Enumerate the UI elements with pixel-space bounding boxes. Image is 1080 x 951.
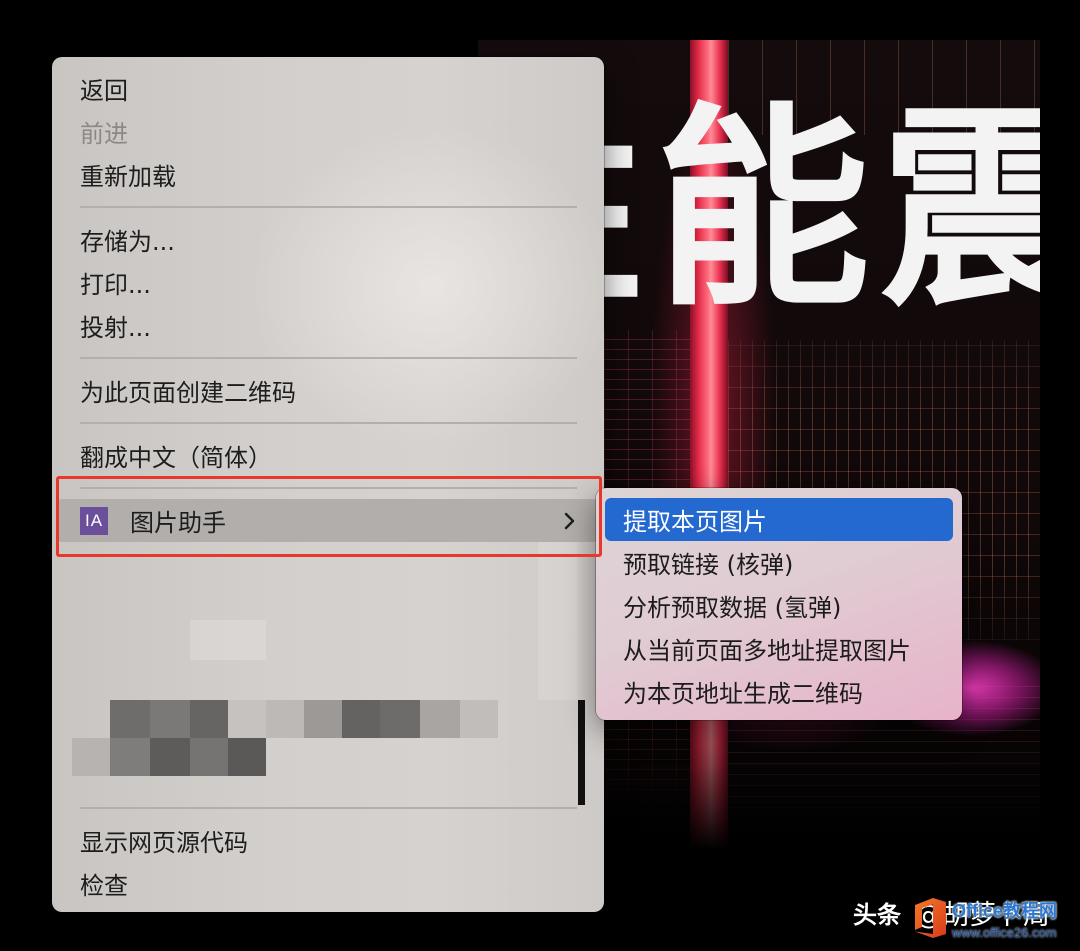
submenu-item-label: 为本页地址生成二维码 [623, 680, 863, 708]
pixelated-redacted-items [52, 542, 604, 805]
menu-item-label: 返回 [80, 77, 128, 105]
submenu-item-analyze-prefetch[interactable]: 分析预取数据 (氢弹) [596, 584, 962, 627]
menu-item-label: 前进 [80, 120, 128, 148]
pixelation-block [460, 700, 498, 738]
pixelation-block [380, 700, 420, 738]
highlight-annotation-box [56, 476, 602, 557]
menu-item-forward: 前进 [52, 110, 604, 153]
pixelation-block [228, 738, 266, 776]
pixelation-block [190, 700, 228, 738]
pixelation-block [150, 700, 190, 738]
pixelation-bar [578, 700, 585, 805]
pixelation-block [150, 738, 190, 776]
pixelation-block [72, 738, 110, 776]
site-url: www.office26.com [952, 925, 1057, 940]
menu-item-label: 检查 [80, 872, 128, 900]
pixelation-block [304, 700, 342, 738]
pixelation-block [190, 738, 228, 776]
submenu-item-prefetch-links[interactable]: 预取链接 (核弹) [596, 541, 962, 584]
submenu-item-extract-images[interactable]: 提取本页图片 [605, 498, 953, 541]
menu-item-label: 重新加载 [80, 163, 176, 191]
menu-item-label: 翻成中文（简体） [80, 444, 272, 472]
menu-item-label: 投射... [80, 314, 151, 342]
menu-item-label: 显示网页源代码 [80, 829, 248, 857]
menu-item-label: 存储为... [80, 228, 175, 256]
submenu-item-label: 提取本页图片 [623, 508, 767, 536]
menu-item-cast[interactable]: 投射... [52, 304, 604, 347]
menu-separator [52, 347, 604, 369]
menu-separator [52, 797, 604, 819]
pixelation-block [266, 700, 304, 738]
submenu-item-label: 分析预取数据 (氢弹) [623, 594, 842, 622]
pixelation-block [110, 738, 150, 776]
menu-item-translate[interactable]: 翻成中文（简体） [52, 434, 604, 477]
image-assistant-submenu: 提取本页图片 预取链接 (核弹) 分析预取数据 (氢弹) 从当前页面多地址提取图… [596, 488, 962, 720]
menu-separator [52, 196, 604, 218]
menu-item-reload[interactable]: 重新加载 [52, 153, 604, 196]
pixelation-block [190, 620, 266, 660]
menu-item-save-as[interactable]: 存储为... [52, 218, 604, 261]
submenu-item-label: 预取链接 (核弹) [623, 551, 794, 579]
office-logo-icon [912, 897, 948, 939]
menu-item-view-source[interactable]: 显示网页源代码 [52, 819, 604, 862]
menu-item-inspect[interactable]: 检查 [52, 862, 604, 905]
pixelation-block [420, 700, 460, 738]
pixelation-block [110, 700, 150, 738]
pixelation-block [538, 542, 578, 700]
submenu-item-generate-qr[interactable]: 为本页地址生成二维码 [596, 670, 962, 713]
menu-item-back[interactable]: 返回 [52, 67, 604, 110]
pixelation-block [342, 700, 380, 738]
menu-separator [52, 412, 604, 434]
submenu-item-multi-url-extract[interactable]: 从当前页面多地址提取图片 [596, 627, 962, 670]
menu-item-label: 打印... [80, 271, 151, 299]
menu-item-create-qr-code[interactable]: 为此页面创建二维码 [52, 369, 604, 412]
site-logo: Office教程网 www.office26.com [912, 895, 1078, 947]
submenu-item-label: 从当前页面多地址提取图片 [623, 637, 911, 665]
site-name: Office教程网 [952, 901, 1058, 921]
watermark-platform: 头条 [853, 900, 901, 929]
menu-item-label: 为此页面创建二维码 [80, 379, 296, 407]
menu-item-print[interactable]: 打印... [52, 261, 604, 304]
pixelation-block [228, 700, 266, 738]
